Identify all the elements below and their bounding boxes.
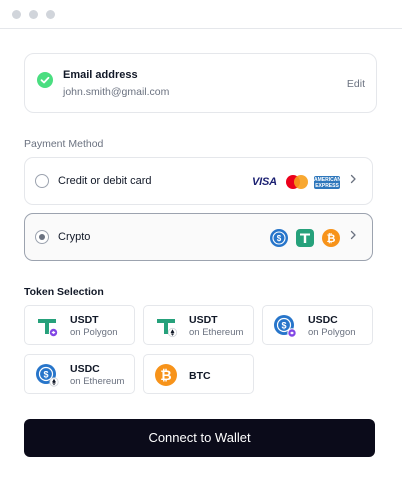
token-network: on Polygon [308, 327, 356, 338]
usdt-polygon-icon [38, 319, 59, 338]
email-value: john.smith@gmail.com [63, 86, 170, 98]
svg-text:₿: ₿ [327, 233, 336, 245]
token-name: USDT [70, 314, 99, 326]
token-usdc-polygon[interactable]: $ USDC on Polygon [262, 305, 373, 345]
token-name: BTC [189, 370, 211, 382]
crypto-radio[interactable] [35, 230, 49, 244]
svg-text:$: $ [281, 321, 286, 331]
amex-logo-icon: AMERICAN EXPRESS [314, 175, 341, 189]
chevron-right-icon [350, 230, 356, 240]
chevron-right-icon [350, 174, 356, 184]
usdt-ethereum-icon [157, 319, 178, 338]
svg-text:$: $ [277, 234, 282, 243]
mastercard-logo-icon [286, 175, 308, 189]
usdc-polygon-icon: $ [274, 315, 297, 338]
payment-method-title: Payment Method [24, 138, 104, 150]
token-network: on Polygon [70, 327, 118, 338]
token-btc[interactable]: ₿ BTC [143, 354, 254, 394]
window-dot-minimize[interactable] [29, 10, 38, 19]
card-radio[interactable] [35, 174, 49, 188]
card-logos: VISA AMERICAN EXPRESS [252, 158, 341, 206]
window-title-bar [0, 0, 402, 29]
btc-logo-icon: ₿ [322, 229, 340, 247]
token-name: USDC [308, 314, 338, 326]
email-card: Email address john.smith@gmail.com Edit [24, 53, 377, 113]
token-name: USDC [70, 363, 100, 375]
usdt-logo-icon [296, 229, 314, 247]
visa-logo-icon: VISA [252, 176, 277, 188]
payment-option-card[interactable]: Credit or debit card VISA AMERICAN EXPRE… [24, 157, 373, 205]
usdc-logo-icon: $ [270, 229, 288, 247]
btc-icon: ₿ [155, 364, 177, 386]
email-label: Email address [63, 69, 138, 81]
token-usdc-ethereum[interactable]: $ USDC on Ethereum [24, 354, 135, 394]
check-circle-icon [37, 72, 53, 88]
usdc-ethereum-icon: $ [36, 364, 59, 387]
token-selection-title: Token Selection [24, 286, 104, 298]
payment-option-crypto[interactable]: Crypto $ ₿ [24, 213, 373, 261]
token-network: on Ethereum [70, 376, 125, 387]
token-usdt-polygon[interactable]: USDT on Polygon [24, 305, 135, 345]
svg-text:₿: ₿ [160, 368, 171, 384]
svg-text:$: $ [43, 370, 48, 380]
token-network: on Ethereum [189, 327, 244, 338]
window-dot-maximize[interactable] [46, 10, 55, 19]
crypto-logos: $ ₿ [270, 214, 340, 262]
token-usdt-ethereum[interactable]: USDT on Ethereum [143, 305, 254, 345]
card-option-label: Credit or debit card [58, 175, 152, 187]
window-dot-close[interactable] [12, 10, 21, 19]
connect-wallet-button[interactable]: Connect to Wallet [24, 419, 375, 457]
crypto-option-label: Crypto [58, 231, 91, 243]
edit-email-link[interactable]: Edit [347, 78, 365, 90]
token-name: USDT [189, 314, 218, 326]
